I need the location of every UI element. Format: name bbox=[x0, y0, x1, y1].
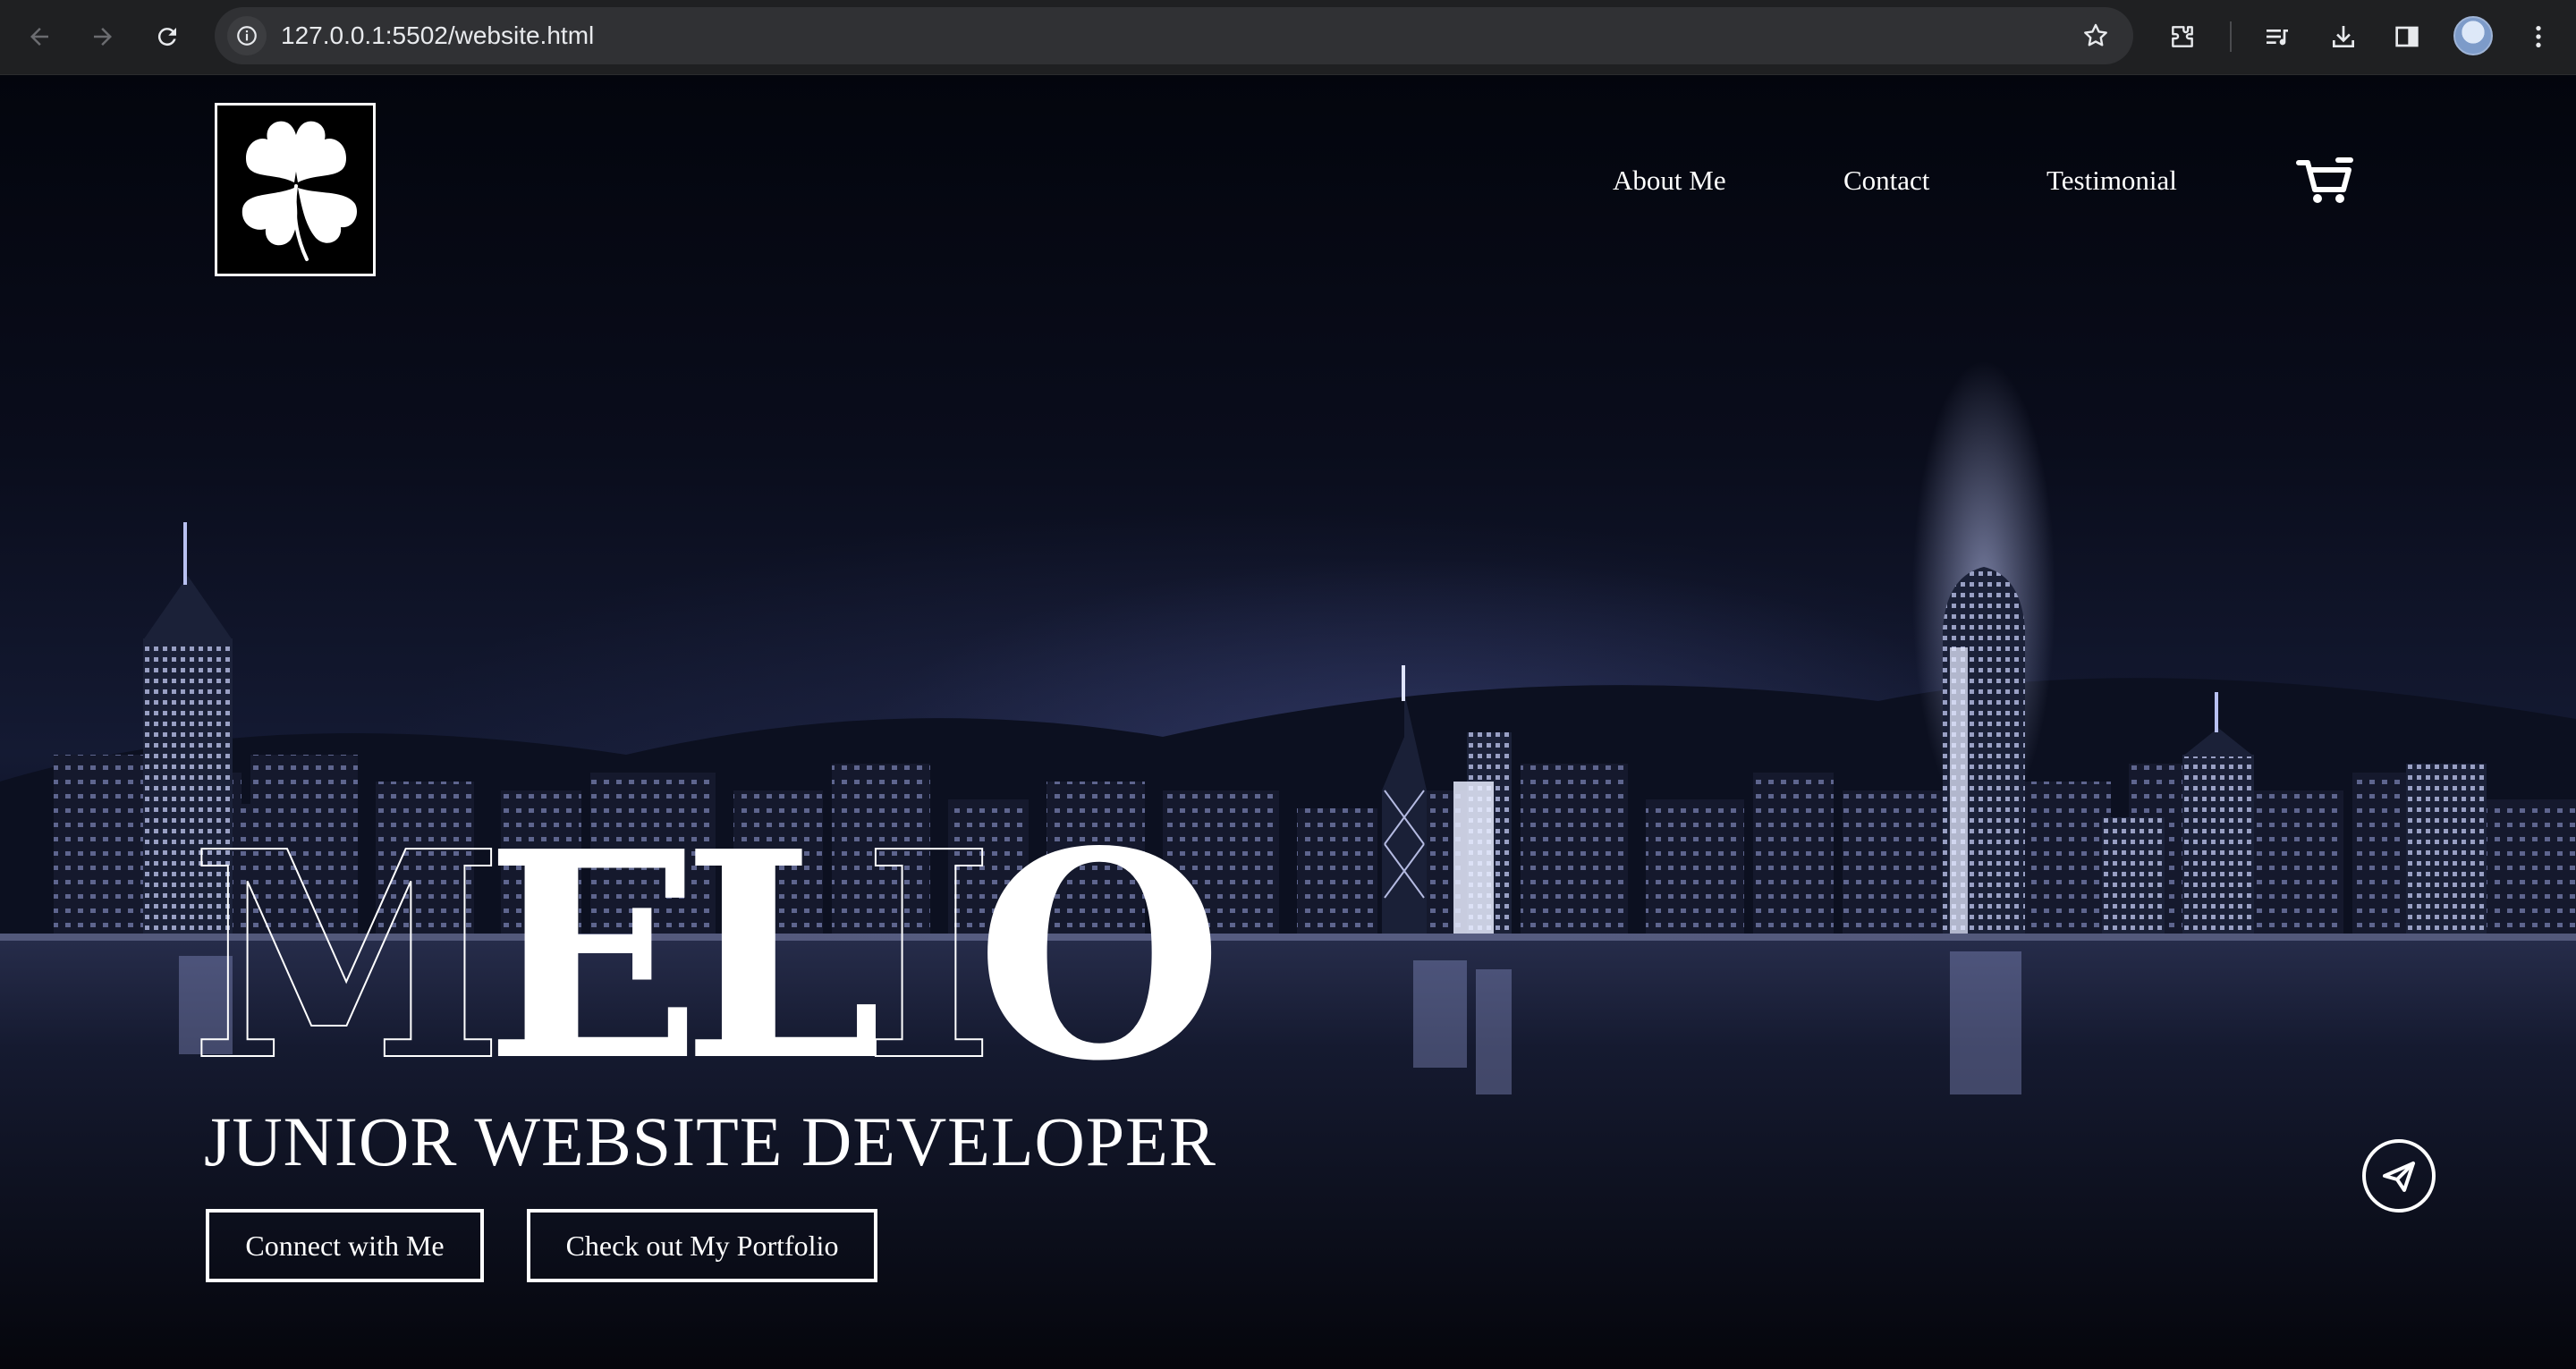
bookmark-star-icon[interactable] bbox=[2081, 21, 2110, 50]
send-paper-plane-icon[interactable] bbox=[2362, 1139, 2436, 1213]
browser-toolbar: 127.0.0.1:5502/website.html bbox=[0, 0, 2576, 75]
download-icon[interactable] bbox=[2323, 16, 2364, 57]
nav-contact[interactable]: Contact bbox=[1843, 161, 1929, 200]
site-logo[interactable] bbox=[215, 103, 376, 276]
hero-subtitle: JUNIOR WEBSITE DEVELOPER bbox=[204, 1103, 1216, 1180]
nav-testimonial[interactable]: Testimonial bbox=[2046, 161, 2177, 200]
hero-brand-title: MELIO bbox=[189, 807, 1224, 1104]
brand-letter-filled: O bbox=[975, 789, 1224, 1123]
nav-about-me[interactable]: About Me bbox=[1613, 161, 1726, 200]
four-leaf-clover-icon bbox=[242, 121, 358, 261]
reading-list-icon[interactable] bbox=[2257, 16, 2298, 57]
site-info-icon[interactable] bbox=[227, 16, 267, 55]
brand-letter-outline: I bbox=[861, 789, 996, 1123]
brand-letter-outline: M bbox=[189, 789, 505, 1123]
forward-arrow-icon[interactable] bbox=[82, 16, 123, 57]
profile-avatar[interactable] bbox=[2453, 16, 2493, 55]
reload-icon[interactable] bbox=[147, 16, 188, 57]
brand-letter-filled: E bbox=[485, 789, 701, 1123]
extensions-icon[interactable] bbox=[2162, 16, 2203, 57]
check-portfolio-button[interactable]: Check out My Portfolio bbox=[527, 1209, 877, 1282]
hero-section: About Me Contact Testimonial MELIO JUNIO… bbox=[0, 75, 2576, 1369]
shopping-cart-icon[interactable] bbox=[2295, 156, 2354, 206]
brand-letter-filled: L bbox=[682, 789, 882, 1123]
toolbar-separator bbox=[2230, 21, 2232, 52]
connect-with-me-button[interactable]: Connect with Me bbox=[206, 1209, 484, 1282]
side-panel-icon[interactable] bbox=[2386, 16, 2428, 57]
more-menu-icon[interactable] bbox=[2518, 16, 2559, 57]
back-arrow-icon[interactable] bbox=[19, 16, 60, 57]
url-text[interactable]: 127.0.0.1:5502/website.html bbox=[281, 7, 594, 64]
address-bar[interactable]: 127.0.0.1:5502/website.html bbox=[215, 7, 2133, 64]
